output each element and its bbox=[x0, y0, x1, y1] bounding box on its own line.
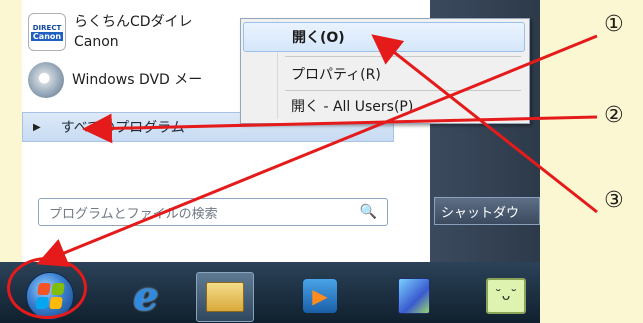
arrow-2-to-all-programs bbox=[82, 113, 598, 144]
annotation-arrows bbox=[36, 34, 598, 267]
arrow-3-to-open-item bbox=[371, 34, 598, 214]
arrow-1-to-start-button bbox=[36, 34, 598, 267]
